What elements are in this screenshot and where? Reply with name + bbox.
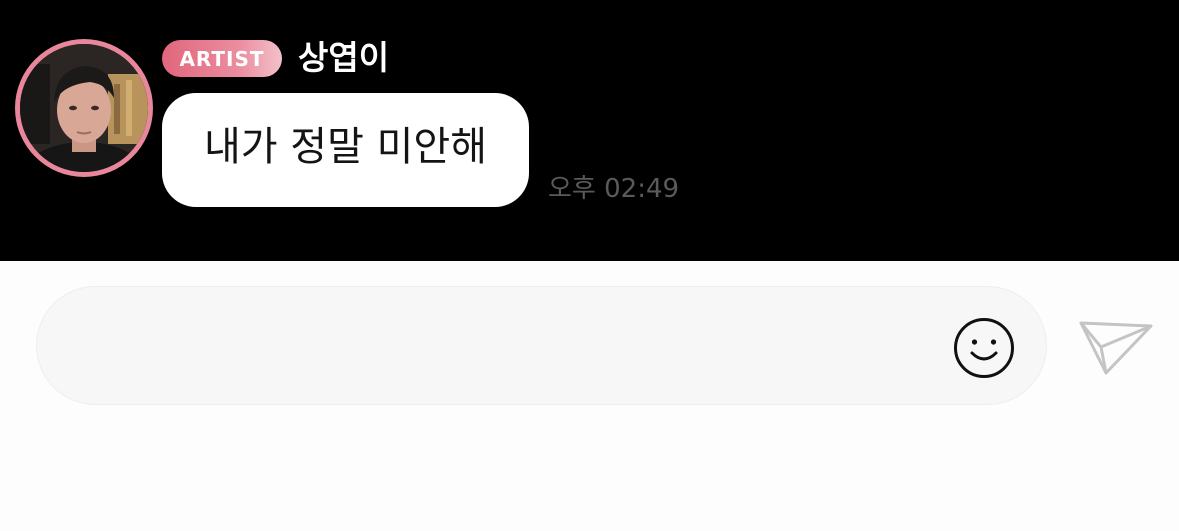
sender-name: 상엽이 xyxy=(298,38,390,77)
artist-badge: ARTIST xyxy=(162,40,282,77)
message-input-bar[interactable] xyxy=(36,286,1047,405)
smiley-face-icon xyxy=(950,314,1018,382)
emoji-button[interactable] xyxy=(950,314,1018,382)
message-text: 내가 정말 미안해 xyxy=(203,124,488,170)
artist-avatar[interactable] xyxy=(20,44,148,172)
message-input[interactable] xyxy=(77,317,941,377)
artist-badge-label: ARTIST xyxy=(179,46,265,71)
message-bubble[interactable]: 내가 정말 미안해 xyxy=(162,93,529,207)
paper-plane-send-icon xyxy=(1076,315,1156,379)
send-button[interactable] xyxy=(1076,315,1156,379)
message-timestamp: 오후 02:49 xyxy=(548,174,680,204)
